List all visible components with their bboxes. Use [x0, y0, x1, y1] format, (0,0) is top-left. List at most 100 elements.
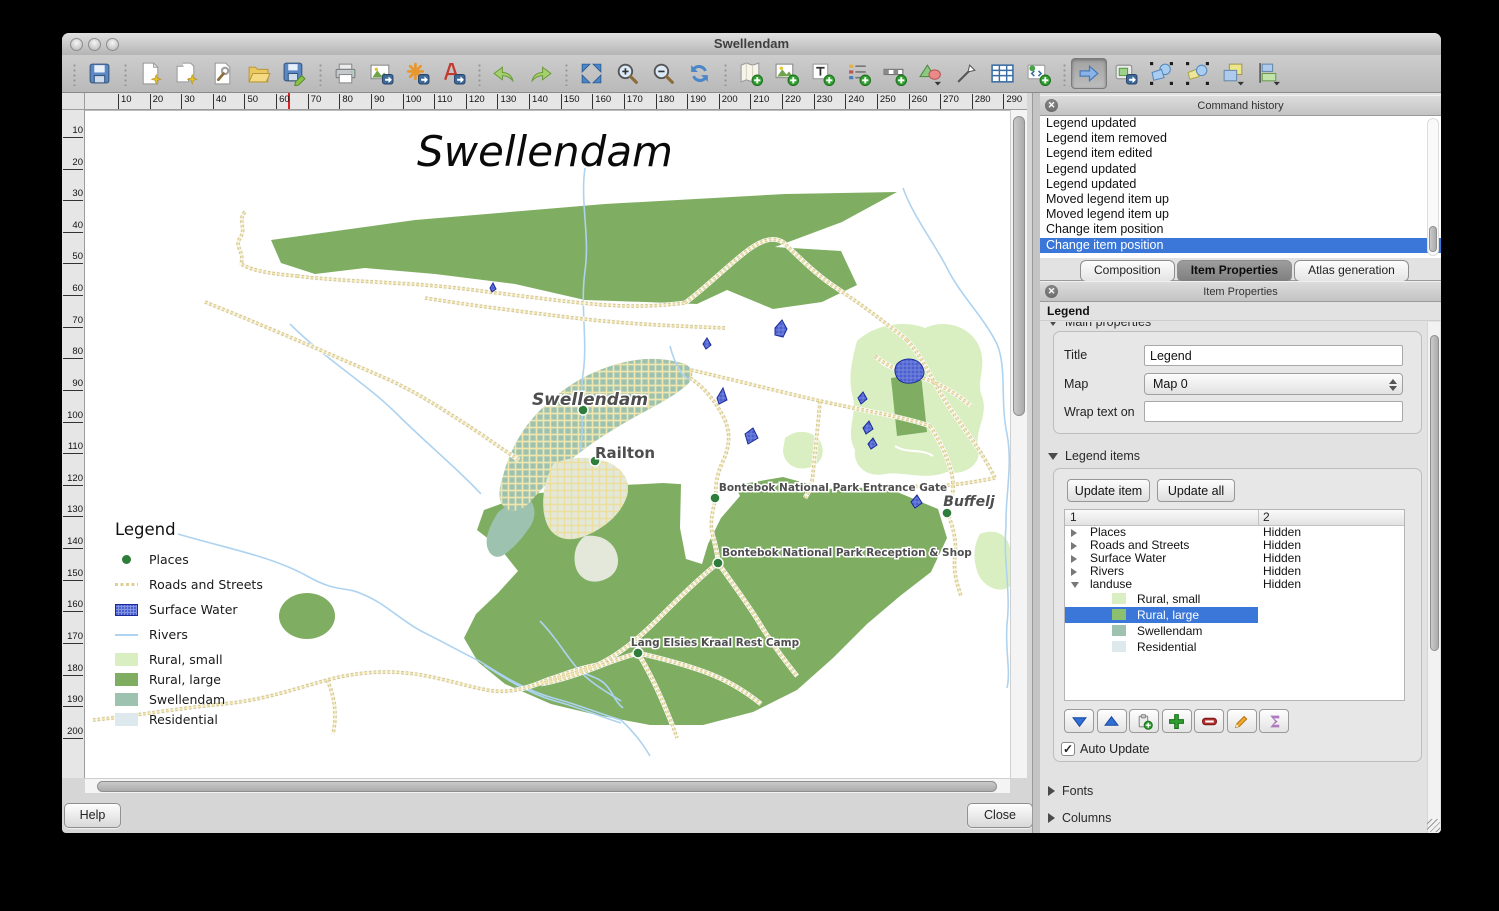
title-label: Title — [1064, 348, 1087, 362]
export-svg-button[interactable] — [399, 58, 435, 89]
add-table-button[interactable] — [984, 58, 1020, 89]
history-item[interactable]: Legend item removed — [1040, 131, 1441, 146]
composition-canvas[interactable]: Swellendam Swellendam Railton Bontebok N… — [85, 110, 1010, 778]
ungroup-items-button[interactable] — [1179, 58, 1215, 89]
title-field[interactable] — [1144, 345, 1403, 366]
add-item-button[interactable] — [1162, 709, 1192, 733]
tree-row[interactable]: Rural, small — [1065, 591, 1404, 607]
move-item-content-icon — [1113, 61, 1138, 86]
history-scrollbar[interactable] — [1427, 118, 1439, 256]
add-html-button[interactable] — [1020, 58, 1056, 89]
redo-button[interactable] — [522, 58, 558, 89]
expander-icon[interactable] — [1071, 582, 1079, 588]
add-map-button[interactable] — [732, 58, 768, 89]
count-features-button[interactable] — [1259, 709, 1289, 733]
canvas-h-scrollbar[interactable] — [85, 778, 1010, 793]
edit-item-button[interactable] — [1227, 709, 1257, 733]
toolbar-separator — [71, 62, 76, 86]
refresh-button[interactable] — [681, 58, 717, 89]
add-image-button[interactable] — [768, 58, 804, 89]
add-image-icon — [774, 61, 799, 86]
new-composition-button[interactable] — [132, 58, 168, 89]
tree-row[interactable]: Residential — [1065, 639, 1404, 655]
auto-update-checkbox[interactable]: ✓ — [1061, 742, 1075, 756]
close-button[interactable]: Close — [967, 803, 1033, 828]
help-button[interactable]: Help — [64, 803, 121, 828]
fonts-section[interactable]: Fonts — [1048, 783, 1093, 799]
map-legend-entry: Rural, small — [115, 652, 325, 667]
tab-item-properties[interactable]: Item Properties — [1177, 260, 1292, 282]
h-ruler-tick: 290 — [1003, 94, 1022, 109]
align-items-button[interactable] — [1251, 58, 1287, 89]
zoom-in-button[interactable] — [609, 58, 645, 89]
add-shape-button[interactable] — [912, 58, 948, 89]
history-item[interactable]: Legend item edited — [1040, 146, 1441, 161]
expander-icon[interactable] — [1071, 568, 1077, 576]
save-as-button[interactable] — [276, 58, 312, 89]
zoom-out-button[interactable] — [645, 58, 681, 89]
open-button[interactable] — [240, 58, 276, 89]
print-button[interactable] — [327, 58, 363, 89]
add-scalebar-button[interactable] — [876, 58, 912, 89]
history-item[interactable]: Legend updated — [1040, 177, 1441, 192]
history-item[interactable]: Legend updated — [1040, 162, 1441, 177]
panel-splitter[interactable] — [1032, 93, 1040, 833]
update-all-button[interactable]: Update all — [1157, 479, 1235, 502]
add-label-button[interactable] — [804, 58, 840, 89]
move-down-button[interactable] — [1064, 709, 1094, 733]
tree-row[interactable]: Swellendam — [1065, 623, 1404, 639]
history-item[interactable]: Moved legend item up — [1040, 192, 1441, 207]
wrap-text-field[interactable] — [1144, 401, 1403, 422]
map-select[interactable]: Map 0 — [1144, 373, 1403, 395]
panel-scrollbar[interactable] — [1427, 322, 1440, 833]
add-scalebar-icon — [882, 61, 907, 86]
tab-composition[interactable]: Composition — [1080, 260, 1175, 282]
group-items-button[interactable] — [1143, 58, 1179, 89]
toolbar-separator — [317, 62, 322, 86]
expander-icon[interactable] — [1071, 542, 1077, 550]
history-item[interactable]: Legend updated — [1040, 116, 1441, 131]
history-item[interactable]: Change item position — [1040, 222, 1441, 237]
undo-button[interactable] — [486, 58, 522, 89]
composer-window: Swellendam 10203040506070809010011012013… — [62, 33, 1441, 833]
history-item[interactable]: Moved legend item up — [1040, 207, 1441, 222]
raise-items-button[interactable] — [1215, 58, 1251, 89]
close-item-properties-icon[interactable]: ✕ — [1045, 285, 1058, 298]
expander-icon[interactable] — [1071, 555, 1077, 563]
composer-manager-icon — [210, 61, 235, 86]
add-group-button[interactable] — [1129, 709, 1159, 733]
move-up-button[interactable] — [1097, 709, 1127, 733]
columns-section[interactable]: Columns — [1048, 810, 1111, 826]
select-move-item-button[interactable] — [1071, 58, 1107, 89]
export-image-button[interactable] — [363, 58, 399, 89]
item-properties-header: ✕ Item Properties — [1040, 281, 1441, 302]
remove-item-button[interactable] — [1194, 709, 1224, 733]
titlebar[interactable]: Swellendam — [62, 33, 1441, 56]
composer-manager-button[interactable] — [204, 58, 240, 89]
tree-row[interactable]: landuseHidden — [1065, 578, 1404, 591]
tree-row[interactable]: Rural, large — [1065, 607, 1404, 623]
add-shape-icon — [918, 61, 943, 86]
history-item[interactable]: Change item position — [1040, 238, 1441, 253]
expander-icon[interactable] — [1071, 529, 1077, 537]
save-button[interactable] — [81, 58, 117, 89]
update-item-button[interactable]: Update item — [1067, 479, 1150, 502]
open-icon — [246, 61, 271, 86]
add-legend-button[interactable] — [840, 58, 876, 89]
map-legend-item[interactable]: Legend PlacesRoads and StreetsSurface Wa… — [115, 520, 325, 732]
swatch-icon — [115, 673, 138, 686]
canvas-v-scrollbar[interactable] — [1010, 110, 1027, 778]
resize-grip-icon[interactable] — [1427, 819, 1440, 832]
close-panel-icon[interactable]: ✕ — [1045, 99, 1058, 112]
main-properties-section[interactable]: Main properties — [1048, 322, 1151, 330]
export-pdf-button[interactable] — [435, 58, 471, 89]
page-title[interactable]: Swellendam — [417, 127, 673, 176]
v-ruler-tick: 140 — [63, 536, 83, 549]
add-arrow-button[interactable] — [948, 58, 984, 89]
tab-atlas-generation[interactable]: Atlas generation — [1294, 260, 1409, 282]
move-item-content-button[interactable] — [1107, 58, 1143, 89]
v-ruler-tick: 190 — [63, 694, 83, 707]
legend-items-section[interactable]: Legend items — [1048, 448, 1140, 464]
zoom-full-button[interactable] — [573, 58, 609, 89]
duplicate-composition-button[interactable] — [168, 58, 204, 89]
